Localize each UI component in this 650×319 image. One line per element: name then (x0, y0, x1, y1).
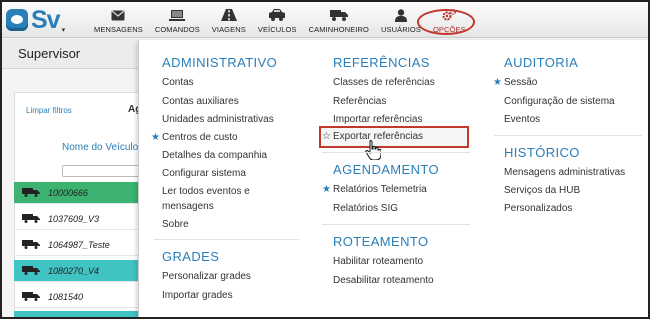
section-title-referencias: REFERÊNCIAS (333, 55, 430, 70)
vehicle-row[interactable]: 1064987_Teste (14, 234, 139, 256)
app-logo[interactable]: Sv ▾ (6, 5, 78, 35)
section-title-agendamento: AGENDAMENTO (333, 162, 440, 177)
section-title-administrativo: ADMINISTRATIVO (162, 55, 278, 70)
app-window: Sv ▾ MENSAGENS COMANDOS VIAGENS VEÍCULOS… (0, 0, 650, 319)
menu-item-sobre[interactable]: Sobre (162, 219, 189, 231)
truck-icon (14, 188, 48, 197)
envelope-icon (111, 7, 125, 23)
menu-item-ler-eventos-line2[interactable]: mensagens (162, 201, 214, 213)
road-icon (220, 7, 237, 23)
menu-item-servicos-da-hub[interactable]: Serviços da HUB (504, 185, 580, 197)
section-title-roteamento: ROTEAMENTO (333, 234, 429, 249)
nav-comandos[interactable]: COMANDOS (149, 2, 206, 38)
menu-item-personalizados[interactable]: Personalizados (504, 203, 572, 215)
menu-item-mensagens-administrativas[interactable]: Mensagens administrativas (504, 167, 625, 179)
section-title-grades: GRADES (162, 249, 220, 264)
logo-badge-icon (6, 9, 28, 31)
vehicle-id: 1064987_Teste (48, 239, 110, 250)
menu-item-relatorios-sig[interactable]: Relatórios SIG (333, 203, 398, 215)
vehicle-id: 10000666 (48, 187, 89, 198)
menu-item-contas-auxiliares[interactable]: Contas auxiliares (162, 96, 239, 108)
menu-item-desabilitar-roteamento[interactable]: Desabilitar roteamento (333, 275, 434, 287)
vehicle-id: 1037609_V3 (48, 213, 100, 224)
vehicle-row[interactable]: 1080270_V4 (14, 260, 139, 282)
vehicle-list-panel (14, 92, 139, 317)
menu-item-eventos[interactable]: Eventos (504, 114, 540, 126)
nav-label: COMANDOS (154, 25, 200, 34)
nav-label: CAMINHONEIRO (308, 25, 369, 34)
nav-caminhoneiro[interactable]: CAMINHONEIRO (303, 2, 375, 38)
clear-filters-link[interactable]: Limpar filtros (26, 106, 72, 115)
menu-item-configurar-sistema[interactable]: Configurar sistema (162, 168, 246, 180)
menu-divider (322, 152, 470, 153)
menu-divider (494, 135, 642, 136)
nav-label: USUÁRIOS (380, 25, 421, 34)
menu-item-classes-de-referencias[interactable]: Classes de referências (333, 77, 435, 89)
menu-item-ler-eventos-line1[interactable]: Ler todos eventos e (162, 186, 250, 198)
menu-item-centros-de-custo[interactable]: Centros de custo (151, 132, 238, 144)
main-nav: MENSAGENS COMANDOS VIAGENS VEÍCULOS CAMI… (88, 2, 472, 38)
menu-item-unidades-administrativas[interactable]: Unidades administrativas (162, 114, 274, 126)
menu-item-relatorios-telemetria[interactable]: Relatórios Telemetria (322, 184, 427, 196)
vehicle-row-partial (14, 311, 139, 317)
menu-item-detalhes-da-companhia[interactable]: Detalhes da companhia (162, 150, 267, 162)
nav-viagens[interactable]: VIAGENS (206, 2, 252, 38)
section-title-auditoria: AUDITORIA (504, 55, 579, 70)
vehicle-name-column-header[interactable]: Nome do Veículo (62, 142, 138, 153)
vehicle-filter-input[interactable] (62, 165, 142, 177)
vehicle-id: 1080270_V4 (48, 265, 100, 276)
logo-text: Sv (31, 5, 61, 34)
nav-label: VEÍCULOS (257, 25, 297, 34)
nav-veiculos[interactable]: VEÍCULOS (252, 2, 303, 38)
truck-icon (14, 292, 48, 301)
user-icon (394, 7, 407, 23)
menu-item-referencias[interactable]: Referências (333, 96, 386, 108)
menu-divider (154, 239, 299, 240)
opcoes-highlight-ring (417, 9, 475, 35)
nav-mensagens[interactable]: MENSAGENS (88, 2, 149, 38)
laptop-icon (169, 7, 186, 23)
nav-label: VIAGENS (211, 25, 246, 34)
menu-item-configuracao-de-sistema[interactable]: Configuração de sistema (504, 96, 615, 108)
menu-item-importar-grades[interactable]: Importar grades (162, 290, 233, 302)
menu-item-contas[interactable]: Contas (162, 77, 194, 89)
truck-icon (14, 240, 48, 249)
truck-icon (329, 7, 348, 23)
menu-item-importar-referencias[interactable]: Importar referências (333, 114, 422, 126)
logo-caret-icon[interactable]: ▾ (62, 26, 66, 34)
top-navbar: Sv ▾ MENSAGENS COMANDOS VIAGENS VEÍCULOS… (2, 2, 648, 38)
car-icon (269, 7, 286, 23)
truck-icon (14, 266, 48, 275)
menu-item-personalizar-grades[interactable]: Personalizar grades (162, 271, 251, 283)
vehicle-row[interactable]: 1037609_V3 (14, 208, 139, 230)
menu-item-sessao[interactable]: Sessão (493, 77, 537, 89)
page-title: Supervisor (18, 46, 81, 61)
truck-icon (14, 214, 48, 223)
section-title-historico: HISTÓRICO (504, 145, 580, 160)
vehicle-id: 1081540 (48, 291, 84, 302)
menu-divider (322, 224, 470, 225)
vehicle-row[interactable]: 1081540 (14, 286, 139, 308)
vehicle-row[interactable]: 10000666 (14, 182, 139, 204)
nav-label: MENSAGENS (94, 25, 143, 34)
menu-item-habilitar-roteamento[interactable]: Habilitar roteamento (333, 256, 423, 268)
